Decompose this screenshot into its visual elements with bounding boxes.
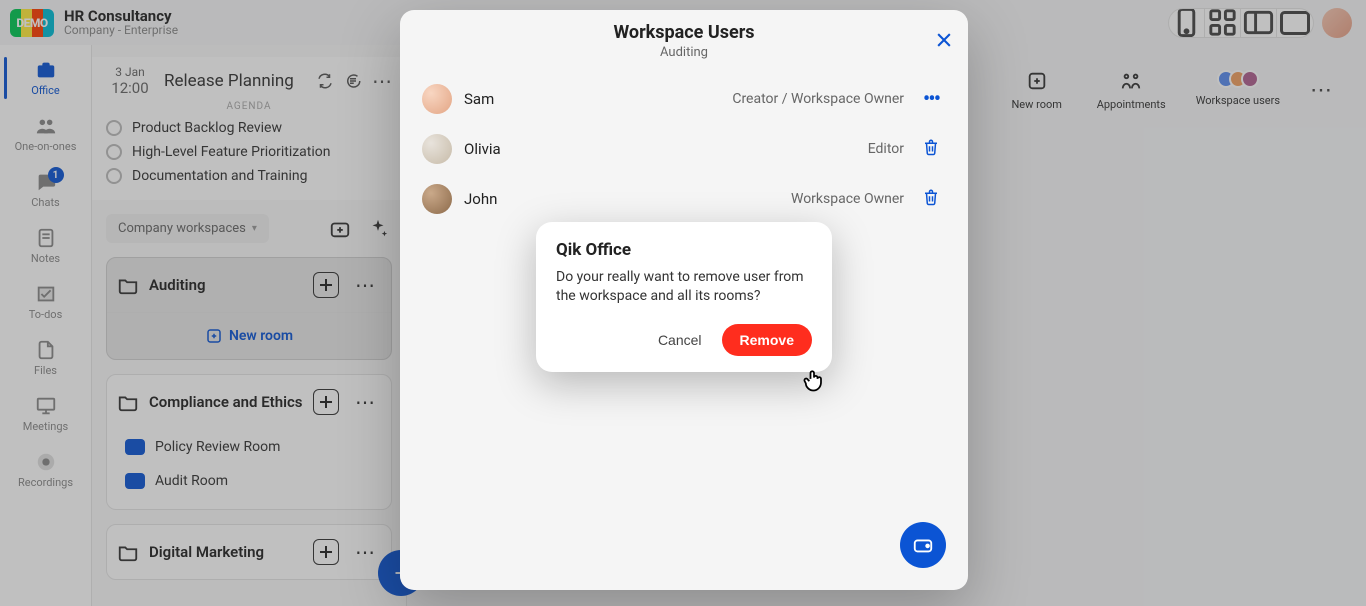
modal-title: Workspace Users <box>416 22 952 43</box>
user-avatar-icon <box>422 134 452 164</box>
user-row: Sam Creator / Workspace Owner ••• <box>418 74 950 124</box>
user-avatar-icon <box>422 84 452 114</box>
user-role: Editor <box>868 141 904 157</box>
user-name: Olivia <box>464 140 856 158</box>
confirm-title: Qik Office <box>556 240 812 260</box>
user-role: Creator / Workspace Owner <box>732 91 904 107</box>
close-icon[interactable] <box>934 30 954 54</box>
user-name: Sam <box>464 90 720 108</box>
modal-wallet-fab[interactable] <box>900 522 946 568</box>
confirm-message: Do your really want to remove user from … <box>556 268 812 306</box>
confirm-dialog: Qik Office Do your really want to remove… <box>536 222 832 372</box>
trash-icon[interactable] <box>916 138 946 160</box>
trash-icon[interactable] <box>916 188 946 210</box>
user-name: John <box>464 190 779 208</box>
user-row: John Workspace Owner <box>418 174 950 224</box>
remove-button[interactable]: Remove <box>722 324 812 356</box>
user-more-icon[interactable]: ••• <box>916 87 946 112</box>
cancel-button[interactable]: Cancel <box>652 331 708 349</box>
cursor-hand-icon <box>800 366 828 398</box>
user-avatar-icon <box>422 184 452 214</box>
user-role: Workspace Owner <box>791 191 904 207</box>
modal-subtitle: Auditing <box>416 45 952 60</box>
user-row: Olivia Editor <box>418 124 950 174</box>
